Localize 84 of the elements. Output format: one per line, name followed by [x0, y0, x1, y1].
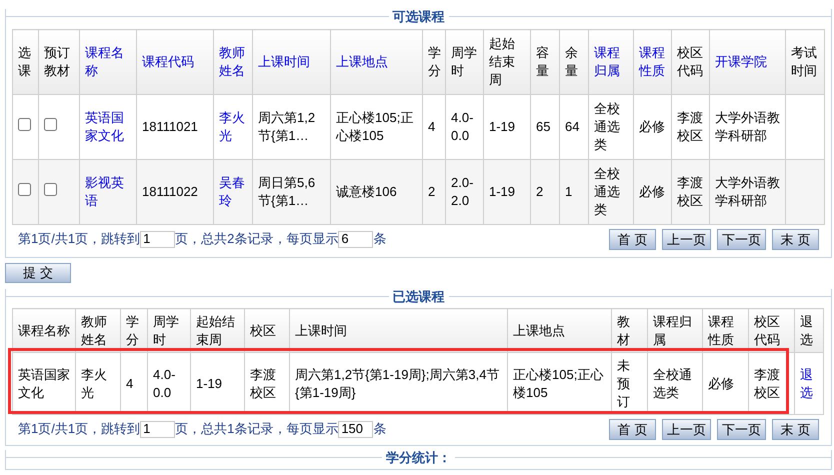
column-header: 周学时 [153, 312, 180, 348]
pager-button[interactable]: 首 页 [609, 418, 656, 440]
pager-button[interactable]: 下一页 [717, 418, 766, 440]
table-cell: 必修 [639, 183, 666, 201]
table-cell-text: 必修 [708, 374, 735, 392]
pager-button[interactable]: 下一页 [717, 228, 766, 250]
table-cell-text: 2.0-2.0 [451, 174, 474, 210]
column-header: 教师姓名 [81, 312, 108, 348]
table-cell-text: 65 [536, 118, 552, 136]
table-cell: 李渡校区 [677, 174, 704, 210]
table-cell-text: 4.0-0.0 [451, 109, 474, 145]
pager-button[interactable]: 末 页 [772, 228, 819, 250]
table-cell: 英语国家文化 [18, 366, 70, 402]
column-header: 起始结束周 [489, 35, 516, 89]
table-cell-text: 4 [428, 118, 436, 136]
section-title: 可选课程 [392, 10, 446, 22]
page-status: 第1页/共1页，跳转到 [18, 230, 140, 248]
column-header: 校区代码 [754, 312, 781, 348]
table-cell-text: 周六第1,2节{第1-19周};周六第3,4节{第1-19周} [295, 366, 500, 402]
table-cell-text: 1-19 [489, 183, 516, 201]
table-cell-text: 2 [428, 183, 436, 201]
column-header: 上课时间 [295, 322, 348, 340]
table-cell-text: 18111022 [142, 183, 199, 201]
table-cell-text: 正心楼105;正心楼105 [336, 109, 414, 145]
table-cell: 李渡校区 [677, 109, 704, 145]
record-summary: 页，总共1条记录，每页显示 [175, 420, 338, 438]
per-page-input[interactable]: 150 [338, 420, 374, 438]
column-header: 课程名称 [18, 322, 70, 340]
table-cell-text: 李火光 [81, 366, 108, 402]
table-cell: 大学外语教学科研部 [715, 174, 780, 210]
column-header: 学分 [126, 312, 140, 348]
table-cell-text: 正心楼105;正心楼105 [513, 366, 604, 402]
table-cell-text: 全校通选类 [594, 100, 621, 154]
table-cell: 必修 [639, 118, 666, 136]
table-cell-text: 2 [536, 183, 544, 201]
table-cell-text: 64 [565, 118, 580, 136]
record-summary: 页，总共2条记录，每页显示 [175, 230, 338, 248]
pager-button[interactable]: 首 页 [609, 228, 656, 250]
pager-button[interactable]: 上一页 [662, 418, 711, 440]
column-header: 起始结束周 [196, 312, 236, 348]
column-header: 学分 [428, 44, 440, 80]
select-checkbox[interactable] [18, 183, 31, 196]
column-header: 课程归属 [653, 312, 693, 348]
table-cell-text: 全校通选类 [653, 366, 693, 402]
select-checkbox[interactable] [18, 118, 31, 131]
page-input[interactable]: 1 [140, 420, 176, 438]
page-input[interactable]: 1 [140, 230, 176, 248]
column-header: 课程性质 [708, 312, 735, 348]
column-header: 周学时 [451, 44, 478, 80]
column-header: 校区代码 [677, 44, 704, 80]
column-header: 余量 [565, 44, 579, 80]
page-status: 第1页/共1页，跳转到 [18, 420, 140, 438]
column-header: 考试时间 [791, 44, 818, 80]
table-cell-text: 1-19 [196, 374, 224, 392]
section-title: 已选课程 [392, 290, 446, 302]
column-header: 教材 [617, 312, 631, 348]
submit-button[interactable]: 提 交 [5, 262, 71, 282]
pager-button[interactable]: 末 页 [772, 418, 819, 440]
column-header: 上课地点 [513, 322, 566, 340]
book-checkbox[interactable] [44, 183, 57, 196]
column-header: 选课 [18, 44, 32, 80]
table-cell-text: 18111021 [142, 118, 199, 136]
unit-label: 条 [373, 420, 386, 438]
column-header: 退选 [800, 312, 814, 348]
table-cell-text: 李渡校区 [250, 366, 277, 402]
section-title: 学分统计： [385, 450, 452, 464]
column-header: 预订教材 [44, 44, 71, 80]
column-header: 校区 [250, 322, 277, 340]
pager-button[interactable]: 上一页 [662, 228, 711, 250]
book-checkbox[interactable] [44, 118, 57, 131]
table-cell-text: 4.0-0.0 [153, 366, 176, 402]
table-cell-text: 1-19 [489, 118, 516, 136]
table-cell: 大学外语教学科研部 [715, 109, 780, 145]
table-cell-text: 4 [126, 374, 134, 392]
table-cell-text: 诚意楼106 [336, 183, 398, 201]
column-header: 容量 [536, 44, 550, 80]
unit-label: 条 [373, 230, 386, 248]
table-cell-text: 未预订 [617, 356, 631, 410]
per-page-input[interactable]: 6 [338, 230, 374, 248]
table-cell-text: 全校通选类 [594, 165, 621, 219]
table-cell-text: 周日第5,6节{第1… [258, 174, 316, 210]
table-cell-text: 周六第1,2节{第1… [258, 109, 316, 145]
table-cell-text: 李渡校区 [754, 366, 781, 402]
table-cell-text: 1 [565, 183, 574, 201]
